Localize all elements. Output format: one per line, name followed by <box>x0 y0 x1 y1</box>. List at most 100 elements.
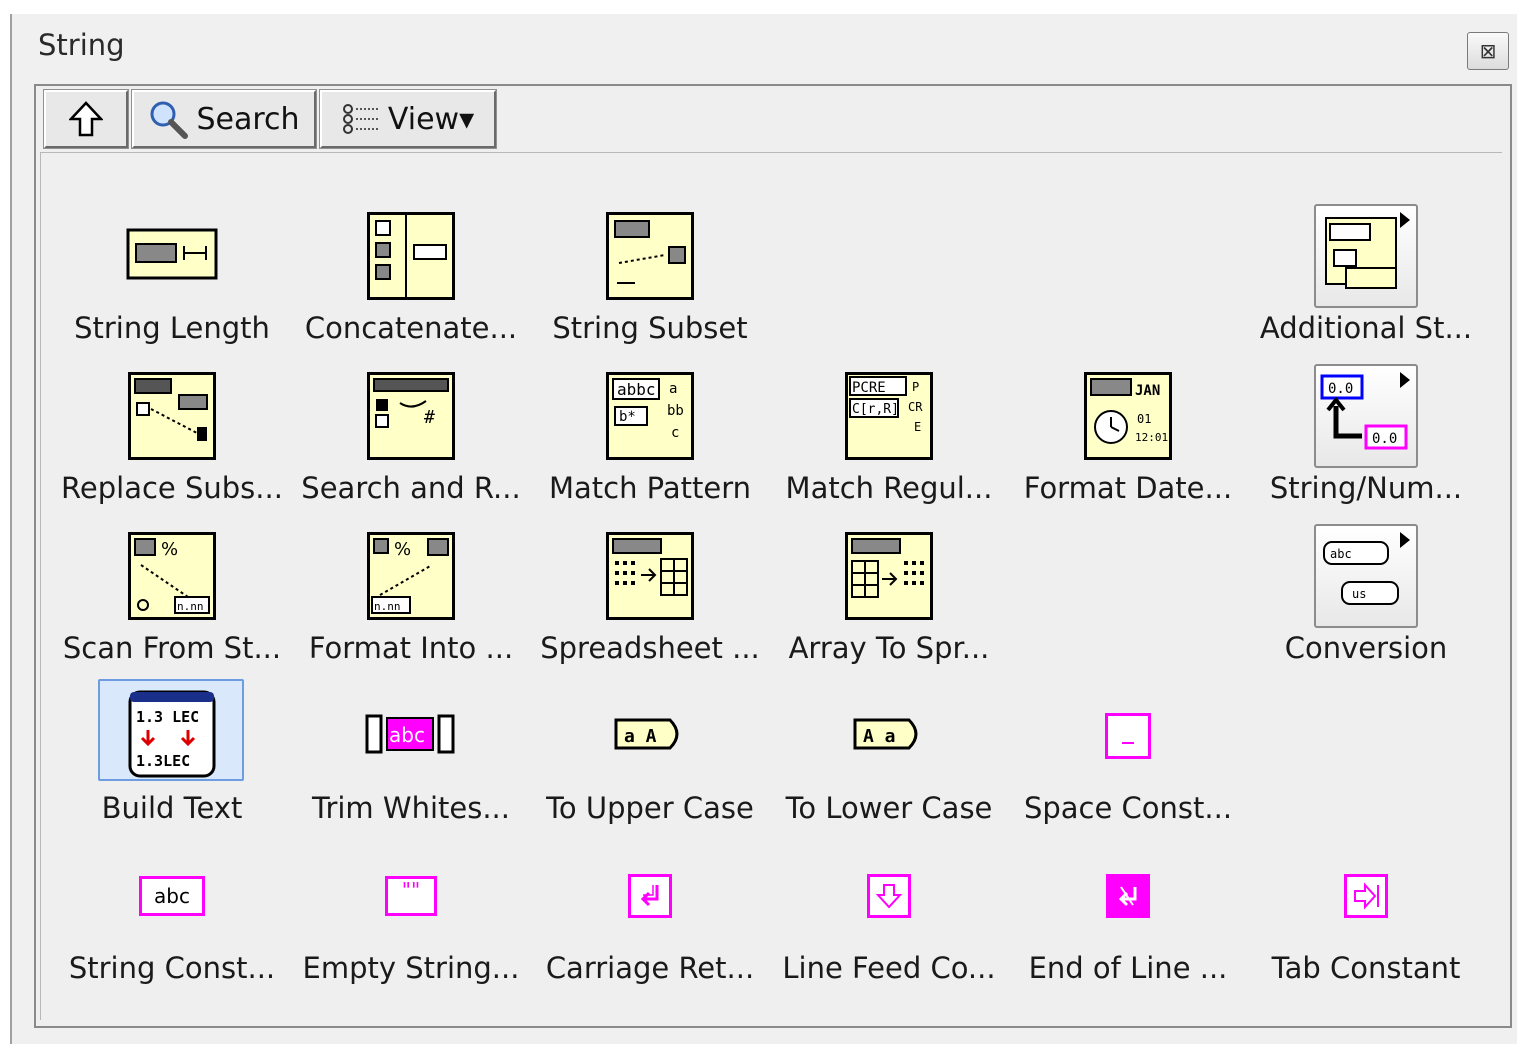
format-date-time-icon: JAN 01 12:01 <box>1084 372 1172 460</box>
string-const-text: abc <box>154 884 190 908</box>
palette-item-spreadsheet-string-to-array[interactable]: Spreadsheet ... <box>531 521 769 673</box>
additional-string-functions-icon <box>1314 204 1418 308</box>
item-label: Format Date... <box>1023 471 1233 505</box>
svg-text:%: % <box>161 539 178 560</box>
palette-item-carriage-return[interactable]: Carriage Ret... <box>531 841 769 993</box>
item-label: End of Line ... <box>1028 951 1228 985</box>
concatenate-icon <box>367 212 455 300</box>
format-into-string-icon: % n.nn <box>367 532 455 620</box>
svg-text:n.nn: n.nn <box>177 600 204 613</box>
item-label: To Upper Case <box>546 791 754 825</box>
num-value-text: 0.0 <box>1328 381 1353 397</box>
item-label: Concatenate... <box>304 311 518 345</box>
palette-frame: Search View▾ String Length Concatenate..… <box>34 84 1512 1028</box>
item-label: To Lower Case <box>785 791 993 825</box>
space-constant-icon <box>1105 713 1151 759</box>
up-button[interactable] <box>43 89 129 149</box>
item-label: String/Num... <box>1269 471 1463 505</box>
item-label: Array To Spr... <box>788 631 990 665</box>
array-to-spreadsheet-string-icon <box>845 532 933 620</box>
item-label: Match Regul... <box>785 471 993 505</box>
item-label: Carriage Ret... <box>545 951 755 985</box>
palette-item-match-pattern[interactable]: abbc b* a bb c Match Pattern <box>531 361 769 513</box>
palette-item-string-length[interactable]: String Length <box>53 201 291 353</box>
string-subset-icon <box>606 212 694 300</box>
palette-item-additional-string[interactable]: Additional St... <box>1247 201 1485 353</box>
item-label: Format Into ... <box>308 631 514 665</box>
palette-item-search-and-replace[interactable]: # Search and R... <box>292 361 530 513</box>
palette-item-match-regular-expression[interactable]: PCRE C[r,R] P CR E Match Regul... <box>770 361 1008 513</box>
trim-text: abc <box>389 723 425 747</box>
jan-text: JAN <box>1135 383 1160 399</box>
item-label: Match Pattern <box>548 471 752 505</box>
search-button[interactable]: Search <box>131 89 317 149</box>
scan-from-string-icon: % n.nn <box>128 532 216 620</box>
palette-item-concatenate[interactable]: Concatenate... <box>292 201 530 353</box>
build-text-bottom-text: 1.3LEC <box>136 752 190 770</box>
palette-item-conversion[interactable]: abc us Conversion <box>1247 521 1485 673</box>
item-label: String Length <box>74 311 270 345</box>
view-button[interactable]: View▾ <box>319 89 497 149</box>
palette-item-scan-from-string[interactable]: % n.nn Scan From St... <box>53 521 291 673</box>
palette-item-array-to-spreadsheet-string[interactable]: Array To Spr... <box>770 521 1008 673</box>
palette-toolbar: Search View▾ <box>43 89 500 149</box>
build-text-icon: 1.3 LEC 1.3LEC <box>126 688 218 784</box>
svg-text:c: c <box>671 425 679 441</box>
palette-item-replace-substring[interactable]: Replace Subs... <box>53 361 291 513</box>
palette-item-space-constant[interactable]: Space Const... <box>1009 681 1247 833</box>
item-label: String Subset <box>552 311 748 345</box>
palette-item-format-into-string[interactable]: % n.nn Format Into ... <box>292 521 530 673</box>
to-lower-case-icon: A a <box>853 718 925 754</box>
submenu-arrow-icon <box>1400 212 1410 228</box>
trim-whitespace-icon: abc <box>365 714 457 758</box>
empty-string-icon: "" <box>385 876 437 916</box>
conversion-icon: abc us <box>1314 524 1418 628</box>
palette-item-line-feed-constant[interactable]: Line Feed Co... <box>770 841 1008 993</box>
item-label: Trim Whites... <box>312 791 510 825</box>
palette-item-build-text[interactable]: 1.3 LEC 1.3LEC Build Text <box>53 681 291 833</box>
palette-item-string-subset[interactable]: String Subset <box>531 201 769 353</box>
svg-text:a: a <box>669 381 677 397</box>
svg-text:bb: bb <box>667 403 684 419</box>
replace-substring-icon <box>128 372 216 460</box>
svg-text:abbc: abbc <box>617 380 656 399</box>
item-label: Tab Constant <box>1271 951 1461 985</box>
palette-item-end-of-line-constant[interactable]: End of Line ... <box>1009 841 1247 993</box>
svg-text:n.nn: n.nn <box>374 600 401 613</box>
item-label: Spreadsheet ... <box>540 631 760 665</box>
empty-string-text: "" <box>401 878 421 902</box>
svg-text:P: P <box>912 380 919 394</box>
close-button[interactable]: ⊠ <box>1467 32 1509 70</box>
build-text-top-text: 1.3 LEC <box>136 708 199 726</box>
item-label: Empty String... <box>302 951 520 985</box>
end-of-line-icon <box>1106 874 1150 918</box>
item-label: String Const... <box>68 951 276 985</box>
item-label: Search and R... <box>301 471 521 505</box>
match-regex-icon: PCRE C[r,R] P CR E <box>845 372 933 460</box>
to-upper-case-icon: a A <box>614 718 686 754</box>
palette-item-to-lower-case[interactable]: A a To Lower Case <box>770 681 1008 833</box>
palette-item-empty-string[interactable]: "" Empty String... <box>292 841 530 993</box>
palette-item-string-number-conversion[interactable]: 0.0 0.0 String/Num... <box>1247 361 1485 513</box>
palette-item-to-upper-case[interactable]: a A To Upper Case <box>531 681 769 833</box>
svg-text:01: 01 <box>1137 412 1151 426</box>
lower-text: A a <box>863 726 896 747</box>
search-and-replace-icon: # <box>367 372 455 460</box>
item-label: Line Feed Co... <box>782 951 996 985</box>
string-length-icon <box>126 228 218 284</box>
line-feed-icon <box>867 874 911 918</box>
palette-item-string-constant[interactable]: abc String Const... <box>53 841 291 993</box>
palette-item-format-date[interactable]: JAN 01 12:01 Format Date... <box>1009 361 1247 513</box>
string-palette-window: String ⊠ Search View▾ String Length Conc… <box>10 14 1517 1044</box>
svg-text:b*: b* <box>619 409 636 425</box>
svg-text:E: E <box>914 420 921 434</box>
palette-item-trim-whitespace[interactable]: abc Trim Whites... <box>292 681 530 833</box>
svg-text:#: # <box>424 407 435 428</box>
item-label: Scan From St... <box>62 631 282 665</box>
item-label: Conversion <box>1284 631 1448 665</box>
item-label: Build Text <box>101 791 243 825</box>
palette-content: String Length Concatenate... String Subs… <box>40 152 1502 1020</box>
palette-item-tab-constant[interactable]: Tab Constant <box>1247 841 1485 993</box>
string-value-text: 0.0 <box>1372 431 1397 447</box>
spreadsheet-string-to-array-icon <box>606 532 694 620</box>
